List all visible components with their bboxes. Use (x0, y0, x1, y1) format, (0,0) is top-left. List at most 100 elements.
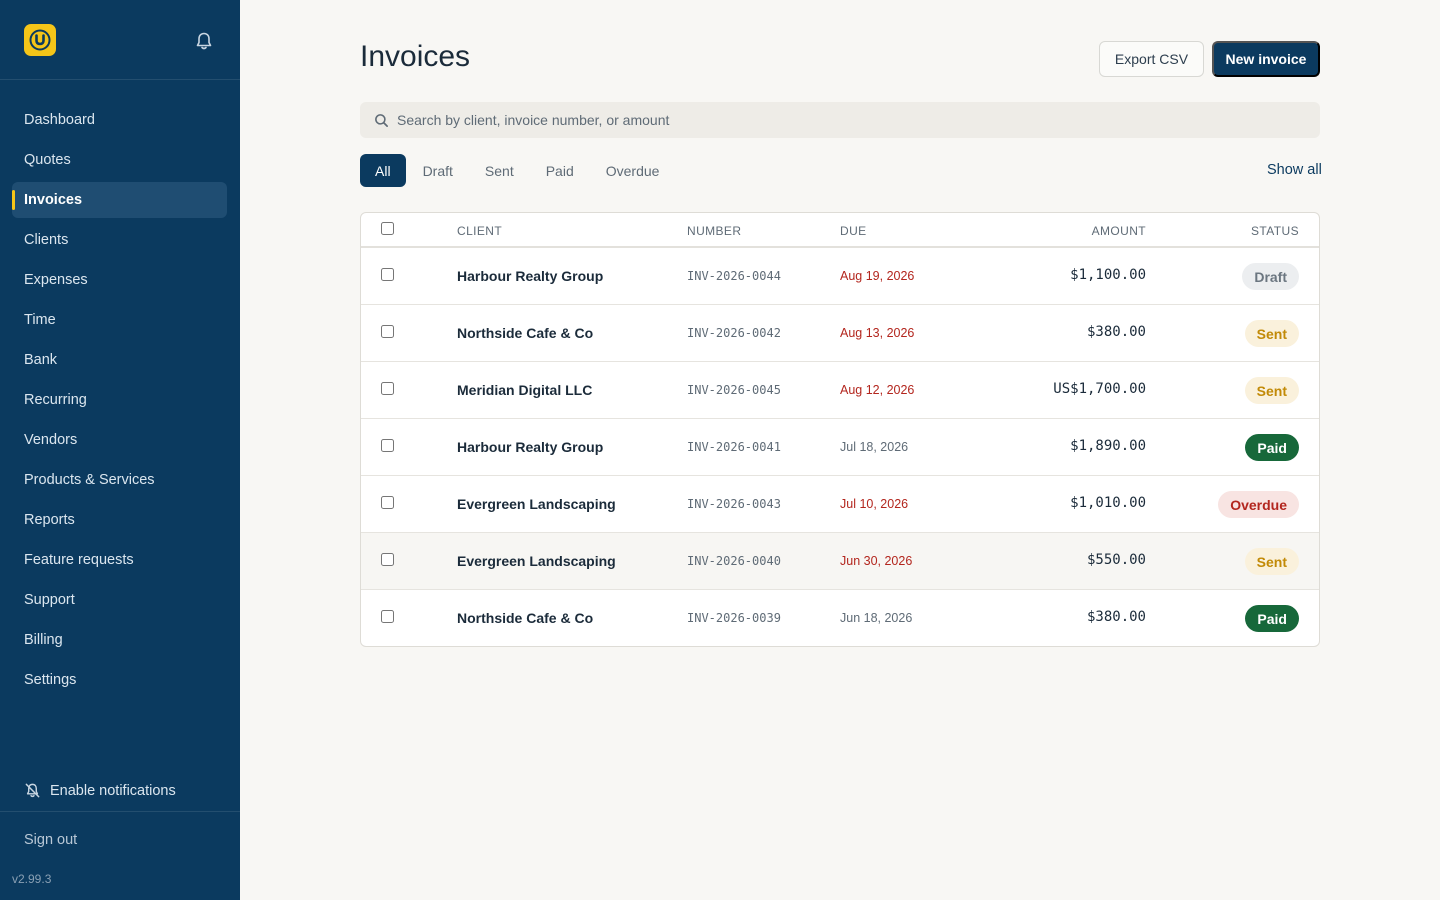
row-checkbox[interactable] (381, 325, 394, 338)
invoice-amount: $1,100.00 (1070, 267, 1146, 283)
export-csv-button[interactable]: Export CSV (1099, 41, 1204, 77)
row-checkbox[interactable] (381, 439, 394, 452)
due-date: Jul 18, 2026 (840, 440, 909, 454)
sidebar-item-label: Vendors (24, 432, 78, 448)
bell-icon[interactable] (193, 30, 215, 52)
sidebar-item-label: Products & Services (24, 472, 155, 488)
due-date: Aug 19, 2026 (840, 269, 915, 283)
sidebar-item-products-and-services[interactable]: Products & Services (12, 462, 227, 498)
main-content: Invoices Export CSV New invoice AllDraft… (240, 0, 1440, 900)
table-row[interactable]: Evergreen Landscaping INV-2026-0043 Jul 10… (361, 476, 1319, 533)
column-header-number[interactable]: NUMBER (687, 224, 741, 238)
new-invoice-button[interactable]: New invoice (1212, 41, 1320, 77)
column-header-client[interactable]: CLIENT (457, 224, 502, 238)
sidebar-item-label: Clients (24, 232, 69, 248)
tab-all[interactable]: All (360, 154, 406, 187)
invoice-number: INV-2026-0041 (687, 440, 781, 454)
tab-paid[interactable]: Paid (531, 154, 589, 187)
sidebar-item-recurring[interactable]: Recurring (12, 382, 227, 418)
sidebar-item-label: Time (24, 312, 56, 328)
row-checkbox[interactable] (381, 610, 394, 623)
sidebar-item-label: Billing (24, 632, 63, 648)
due-date: Jun 18, 2026 (840, 611, 913, 625)
invoice-amount: $550.00 (1086, 552, 1146, 568)
sidebar-item-support[interactable]: Support (12, 582, 227, 618)
search-bar (360, 102, 1320, 138)
client-name[interactable]: Northside Cafe & Co (457, 610, 593, 626)
due-date: Aug 13, 2026 (840, 326, 915, 340)
invoice-number: INV-2026-0043 (687, 497, 781, 511)
column-header-amount[interactable]: AMOUNT (1092, 224, 1146, 238)
enable-notifications-label: Enable notifications (50, 782, 176, 799)
client-name[interactable]: Northside Cafe & Co (457, 325, 593, 341)
invoice-amount: $1,010.00 (1070, 495, 1146, 511)
sidebar-item-settings[interactable]: Settings (12, 662, 227, 698)
column-header-status[interactable]: STATUS (1251, 224, 1299, 238)
sidebar-item-label: Quotes (24, 152, 71, 168)
status-badge: Sent (1244, 320, 1299, 347)
row-checkbox[interactable] (381, 496, 394, 509)
due-date: Aug 12, 2026 (840, 383, 915, 397)
invoice-amount: $380.00 (1086, 609, 1146, 625)
show-all-link[interactable]: Show all (1267, 162, 1322, 178)
sidebar-item-quotes[interactable]: Quotes (12, 142, 227, 178)
sidebar: Dashboard Quotes Invoices Clients Expenses Ti… (0, 0, 240, 900)
row-checkbox[interactable] (381, 382, 394, 395)
page-title: Invoices (360, 40, 471, 73)
row-checkbox[interactable] (381, 553, 394, 566)
sidebar-item-label: Support (24, 592, 75, 608)
app-logo[interactable] (24, 24, 56, 56)
status-badge: Overdue (1218, 491, 1299, 518)
invoice-number: INV-2026-0042 (687, 326, 781, 340)
invoice-amount: $1,890.00 (1070, 438, 1146, 454)
select-all-checkbox[interactable] (381, 222, 394, 235)
sidebar-item-vendors[interactable]: Vendors (12, 422, 227, 458)
status-badge: Sent (1244, 548, 1299, 575)
table-row[interactable]: Northside Cafe & Co INV-2026-0042 Aug 13, … (361, 305, 1319, 362)
sidebar-item-billing[interactable]: Billing (12, 622, 227, 658)
client-name[interactable]: Evergreen Landscaping (457, 553, 616, 569)
row-checkbox[interactable] (381, 268, 394, 281)
sidebar-item-clients[interactable]: Clients (12, 222, 227, 258)
client-name[interactable]: Meridian Digital LLC (457, 382, 592, 398)
sidebar-nav: Dashboard Quotes Invoices Clients Expenses Ti… (0, 102, 240, 702)
sidebar-item-expenses[interactable]: Expenses (12, 262, 227, 298)
table-row[interactable]: Northside Cafe & Co INV-2026-0039 Jun 18, … (361, 590, 1319, 646)
app-version: v2.99.3 (12, 872, 52, 886)
sidebar-item-dashboard[interactable]: Dashboard (12, 102, 227, 138)
sidebar-item-feature-requests[interactable]: Feature requests (12, 542, 227, 578)
enable-notifications-button[interactable]: Enable notifications (24, 782, 176, 799)
status-badge: Draft (1242, 263, 1299, 290)
sidebar-item-label: Feature requests (24, 552, 134, 568)
invoice-amount: US$1,700.00 (1053, 381, 1146, 397)
table-row[interactable]: Meridian Digital LLC INV-2026-0045 Aug 12,… (361, 362, 1319, 419)
sign-out-link[interactable]: Sign out (24, 832, 77, 848)
column-header-due[interactable]: DUE (840, 224, 867, 238)
due-date: Jun 30, 2026 (840, 554, 913, 568)
sidebar-item-bank[interactable]: Bank (12, 342, 227, 378)
tab-sent[interactable]: Sent (470, 154, 529, 187)
sidebar-item-label: Invoices (24, 192, 83, 208)
tab-draft[interactable]: Draft (408, 154, 468, 187)
status-badge: Paid (1245, 434, 1299, 461)
sidebar-item-label: Expenses (24, 272, 88, 288)
search-icon (375, 113, 388, 127)
invoice-number: INV-2026-0044 (687, 269, 781, 283)
status-filter-tabs: All Draft Sent Paid Overdue (360, 154, 676, 187)
sidebar-item-time[interactable]: Time (12, 302, 227, 338)
sidebar-item-label: Settings (24, 672, 77, 688)
table-row[interactable]: Harbour Realty Group INV-2026-0041 Jul 18,… (361, 419, 1319, 476)
sidebar-item-reports[interactable]: Reports (12, 502, 227, 538)
sidebar-item-label: Bank (24, 352, 58, 368)
sidebar-item-invoices[interactable]: Invoices (12, 182, 227, 218)
client-name[interactable]: Harbour Realty Group (457, 439, 603, 455)
client-name[interactable]: Harbour Realty Group (457, 268, 603, 284)
client-name[interactable]: Evergreen Landscaping (457, 496, 616, 512)
tab-overdue[interactable]: Overdue (591, 154, 675, 187)
search-input[interactable] (397, 112, 1277, 128)
table-row[interactable]: Evergreen Landscaping INV-2026-0040 Jun 30… (361, 533, 1319, 590)
table-row[interactable]: Harbour Realty Group INV-2026-0044 Aug 19,… (361, 248, 1319, 305)
invoices-table: CLIENT NUMBER DUE AMOUNT STATUS Harbour … (360, 212, 1320, 647)
sidebar-divider (0, 811, 240, 812)
invoice-number: INV-2026-0039 (687, 611, 781, 625)
